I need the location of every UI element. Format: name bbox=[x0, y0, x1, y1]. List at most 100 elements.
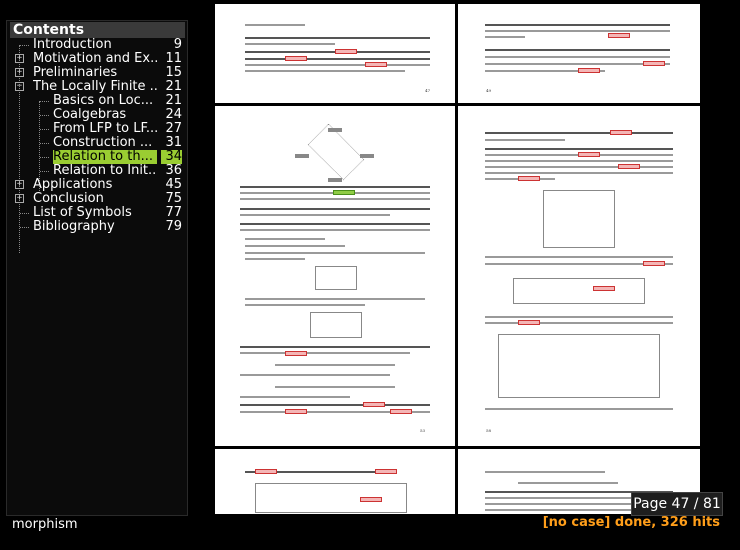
tree-guide bbox=[20, 45, 29, 46]
search-hit bbox=[375, 469, 397, 474]
search-status: [no case] done, 326 hits bbox=[542, 515, 720, 530]
text-line bbox=[245, 24, 305, 26]
page-number: 53 bbox=[420, 428, 426, 433]
tree-guide bbox=[40, 143, 49, 144]
pdf-page bbox=[215, 449, 455, 514]
toc-item-page: 21 bbox=[165, 93, 182, 108]
toc-item-page: 9 bbox=[173, 37, 182, 52]
search-hit bbox=[285, 409, 307, 414]
toc-item-label: Preliminaries bbox=[33, 66, 118, 80]
text-line bbox=[245, 58, 430, 60]
tree-guide bbox=[40, 129, 49, 130]
toc-item-label: Basics on Loc... bbox=[53, 94, 154, 108]
toc-item-basics[interactable]: Basics on Loc... 21 bbox=[7, 94, 187, 108]
search-hit bbox=[390, 409, 412, 414]
toc-item-list-of-symbols[interactable]: List of Symbols 77 bbox=[7, 206, 187, 220]
text-line bbox=[485, 24, 670, 26]
text-line bbox=[240, 198, 430, 200]
text-line bbox=[275, 386, 395, 388]
search-hit bbox=[610, 130, 632, 135]
toc-item-relation-to-initial[interactable]: Relation to Init... 36 bbox=[7, 164, 187, 178]
toc-item-preliminaries[interactable]: + Preliminaries 15 bbox=[7, 66, 187, 80]
text-line bbox=[485, 132, 673, 134]
text-line bbox=[518, 482, 618, 484]
tree-guide bbox=[40, 157, 49, 158]
text-line bbox=[485, 56, 670, 58]
search-query[interactable]: morphism bbox=[12, 517, 78, 533]
text-line bbox=[485, 139, 565, 141]
text-line bbox=[240, 396, 350, 398]
document-pages[interactable]: 47 49 53 58 bbox=[189, 4, 736, 514]
toc-item-label: List of Symbols bbox=[33, 206, 132, 220]
page-number: 47 bbox=[425, 88, 431, 93]
table-of-contents[interactable]: Contents Introduction 9 + Motivation and… bbox=[6, 20, 188, 516]
text-line bbox=[240, 229, 430, 231]
toc-item-page: 27 bbox=[165, 121, 182, 136]
tree-guide bbox=[20, 213, 29, 214]
toc-item-label: Introduction bbox=[33, 38, 112, 52]
expand-icon[interactable]: + bbox=[15, 180, 24, 189]
text-line bbox=[240, 374, 390, 376]
toc-item-label: Relation to Init... bbox=[53, 164, 157, 178]
text-line bbox=[245, 238, 325, 240]
pdf-page: 47 bbox=[215, 4, 455, 103]
search-hit bbox=[578, 152, 600, 157]
pdf-page: 49 bbox=[458, 4, 700, 103]
expand-icon[interactable]: + bbox=[15, 54, 24, 63]
toc-item-label: From LFP to LF... bbox=[53, 122, 157, 136]
toc-item-locally-finite[interactable]: − The Locally Finite ... 21 bbox=[7, 80, 187, 94]
search-hit bbox=[618, 164, 640, 169]
text-line bbox=[245, 64, 430, 66]
tree-guide bbox=[40, 115, 49, 116]
toc-item-label: The Locally Finite ... bbox=[33, 80, 157, 94]
toc-item-applications[interactable]: + Applications 45 bbox=[7, 178, 187, 192]
text-line bbox=[240, 346, 430, 348]
toc-item-page: 15 bbox=[165, 65, 182, 80]
toc-item-bibliography[interactable]: Bibliography 79 bbox=[7, 220, 187, 234]
toc-item-page: 77 bbox=[165, 205, 182, 220]
pdf-viewer-window: Contents Introduction 9 + Motivation and… bbox=[0, 0, 740, 550]
search-hit bbox=[360, 497, 382, 502]
toc-item-label: Construction ... bbox=[53, 136, 153, 150]
search-hit bbox=[365, 62, 387, 67]
text-line bbox=[275, 364, 395, 366]
text-line bbox=[485, 148, 673, 150]
toc-item-label: Applications bbox=[33, 178, 113, 192]
text-line bbox=[485, 172, 673, 174]
toc-item-label: Coalgebras bbox=[53, 108, 127, 122]
text-line bbox=[245, 43, 335, 45]
toc-item-introduction[interactable]: Introduction 9 bbox=[7, 38, 187, 52]
toc-item-label: Relation to th... bbox=[53, 150, 157, 164]
toc-item-coalgebras[interactable]: Coalgebras 24 bbox=[7, 108, 187, 122]
page-indicator: Page 47 / 81 bbox=[631, 492, 723, 516]
commutative-diagram bbox=[543, 190, 615, 248]
toc-item-construction[interactable]: Construction ... 31 bbox=[7, 136, 187, 150]
text-line bbox=[240, 208, 430, 210]
collapse-icon[interactable]: − bbox=[15, 82, 24, 91]
diagram-node bbox=[295, 154, 309, 158]
tree-guide bbox=[40, 171, 49, 172]
diagram-node bbox=[360, 154, 374, 158]
toc-item-page: 45 bbox=[165, 177, 182, 192]
toc-item-label: Bibliography bbox=[33, 220, 115, 234]
toc-item-relation-to-the[interactable]: Relation to th... 34 bbox=[7, 150, 187, 164]
commutative-diagram bbox=[307, 123, 365, 181]
commutative-diagram bbox=[310, 312, 362, 338]
text-line bbox=[485, 160, 673, 162]
search-hit bbox=[518, 176, 540, 181]
text-line bbox=[245, 258, 305, 260]
toc-item-conclusion[interactable]: + Conclusion 75 bbox=[7, 192, 187, 206]
search-hit bbox=[578, 68, 600, 73]
text-line bbox=[485, 49, 670, 51]
search-hit bbox=[255, 469, 277, 474]
toc-item-from-lfp[interactable]: From LFP to LF... 27 bbox=[7, 122, 187, 136]
text-line bbox=[485, 36, 525, 38]
text-line bbox=[245, 252, 425, 254]
text-line bbox=[485, 408, 673, 410]
expand-icon[interactable]: + bbox=[15, 194, 24, 203]
toc-item-page: 11 bbox=[165, 51, 182, 66]
toc-item-motivation[interactable]: + Motivation and Ex... 11 bbox=[7, 52, 187, 66]
diagram-node bbox=[328, 128, 342, 132]
expand-icon[interactable]: + bbox=[15, 68, 24, 77]
search-hit bbox=[643, 61, 665, 66]
